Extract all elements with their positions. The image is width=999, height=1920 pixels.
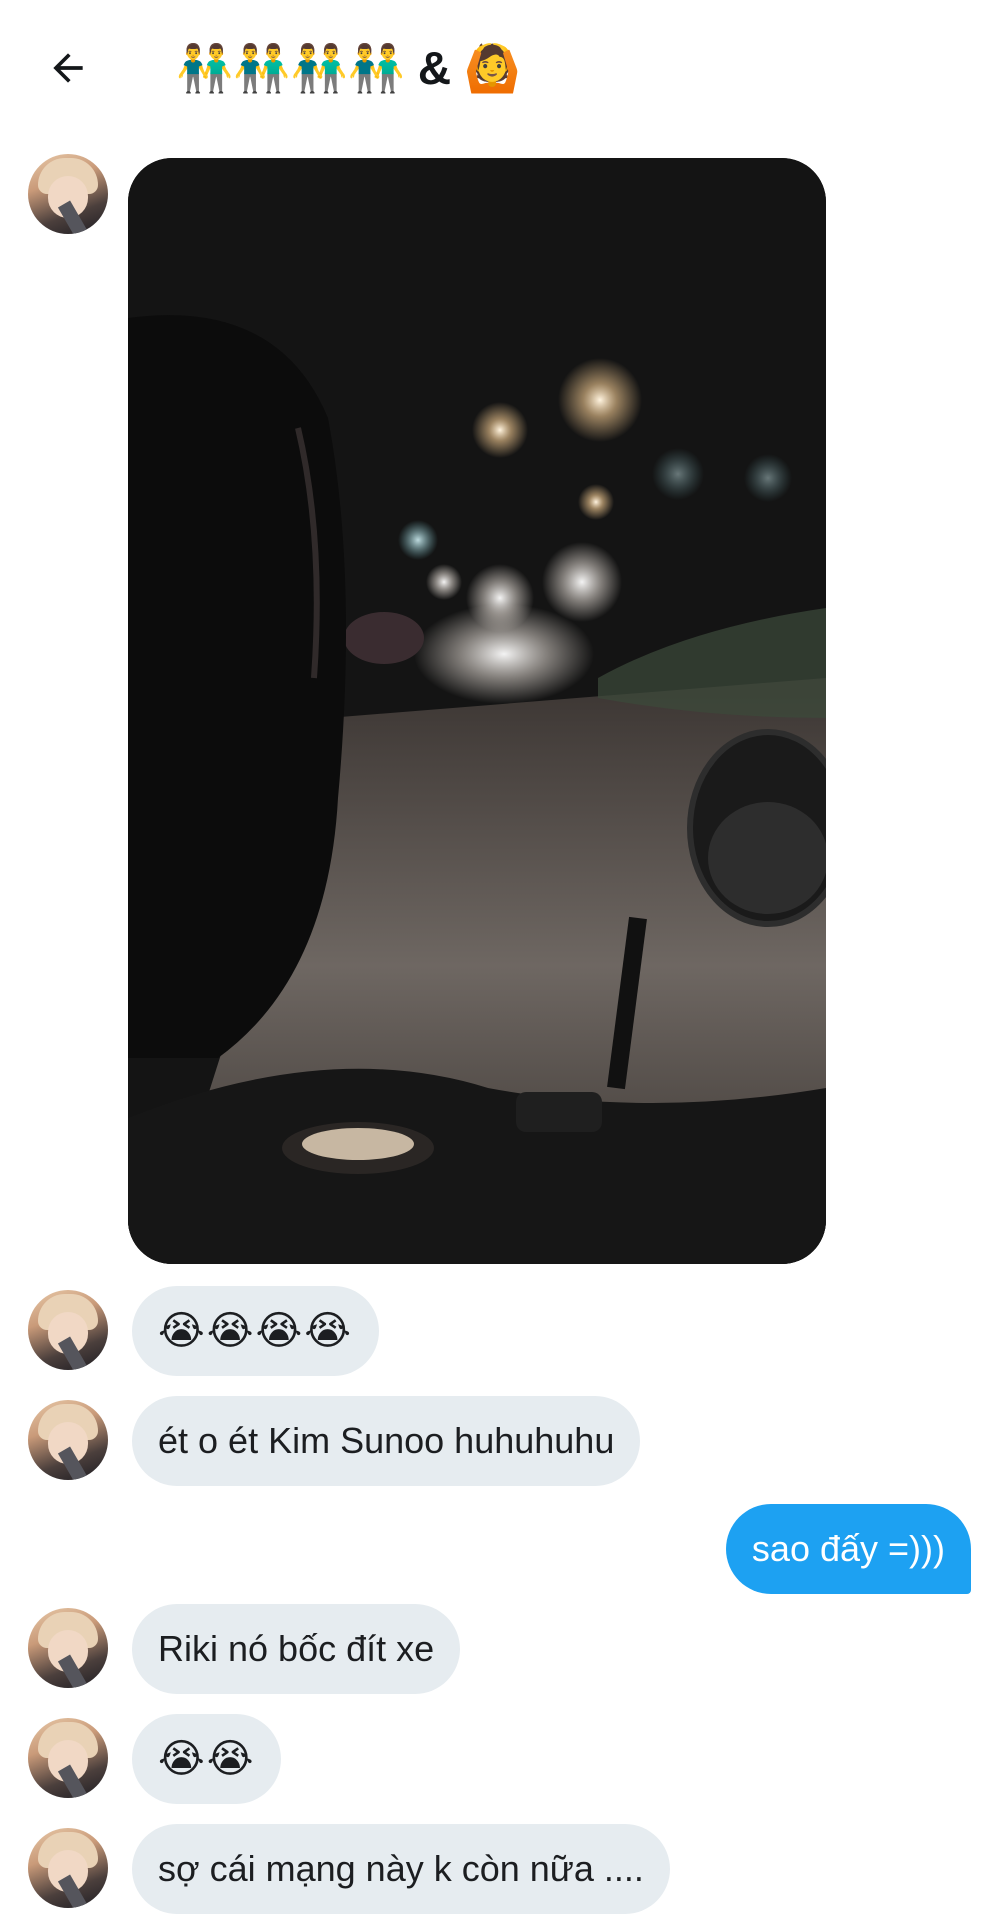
message-bubble-received[interactable]: sợ cái mạng này k còn nữa ....: [132, 1824, 670, 1914]
back-button[interactable]: [36, 36, 100, 100]
conversation-title[interactable]: 👬👬👬👬 & 🙆: [176, 36, 521, 100]
sender-avatar[interactable]: [28, 1718, 108, 1798]
message-bubble-sent[interactable]: sao đấy =))): [725, 1504, 971, 1594]
conversation-header: 👬👬👬👬 & 🙆: [0, 0, 999, 136]
sender-avatar[interactable]: [28, 1400, 108, 1480]
sender-avatar[interactable]: [28, 1608, 108, 1688]
message-bubble-received[interactable]: 😭😭: [132, 1714, 282, 1804]
arrow-left-icon: [53, 53, 83, 83]
message-bubble-received[interactable]: ét o ét Kim Sunoo huhuhuhu: [132, 1396, 641, 1486]
message-bubble-received[interactable]: 😭😭😭😭: [132, 1286, 379, 1376]
message-image[interactable]: [128, 158, 826, 1264]
sender-avatar[interactable]: [28, 1290, 108, 1370]
message-bubble-received[interactable]: Riki nó bốc đít xe: [132, 1604, 461, 1694]
sender-avatar[interactable]: [28, 154, 108, 234]
sender-avatar[interactable]: [28, 1828, 108, 1908]
